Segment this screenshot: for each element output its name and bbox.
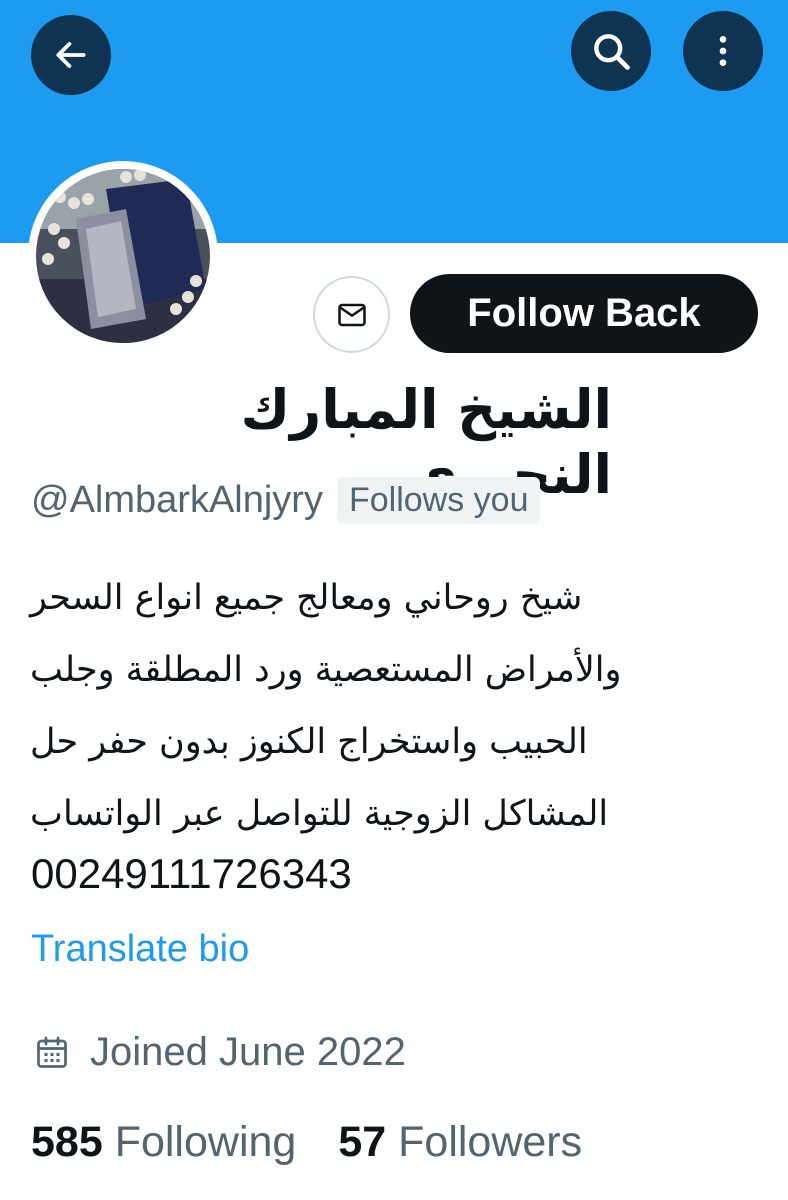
joined-date: Joined June 2022 [34,1030,406,1075]
bio-phone-number: 00249111726343 [31,850,352,897]
search-button[interactable] [571,11,651,91]
followers-label: Followers [398,1118,583,1166]
profile-bio: شيخ روحاني ومعالج جميع انواع السحر والأم… [30,562,720,850]
arrow-left-icon [56,42,86,68]
bio-line: الحبيب واستخراج الكنوز بدون حفر حل [30,722,588,762]
following-stat[interactable]: 585 Following [31,1118,296,1167]
avatar[interactable] [28,161,218,351]
follow-back-button[interactable]: Follow Back [410,274,758,353]
calendar-icon [37,1036,67,1068]
avatar-image [36,169,210,343]
more-options-button[interactable] [683,11,763,91]
joined-label: Joined June 2022 [90,1030,406,1074]
profile-handle: @AlmbarkAlnjyry [31,479,323,521]
bio-line: والأمراض المستعصية ورد المطلقة وجلب [30,650,622,690]
more-vertical-icon [719,36,727,66]
handle-row: @AlmbarkAlnjyry Follows you [31,477,541,524]
followers-count: 57 [338,1118,387,1166]
follows-you-badge: Follows you [336,477,541,524]
back-button[interactable] [31,15,111,95]
followers-stat[interactable]: 57 Followers [338,1118,582,1167]
message-button[interactable] [313,276,390,353]
translate-bio-link[interactable]: Translate bio [31,928,249,971]
following-label: Following [114,1118,297,1166]
search-icon [594,34,630,70]
bio-line: شيخ روحاني ومعالج جميع انواع السحر [30,578,583,618]
follow-stats: 585 Following 57 Followers [31,1118,624,1167]
following-count: 585 [31,1118,103,1166]
bio-line: المشاكل الزوجية للتواصل عبر الواتساب [30,794,609,834]
envelope-icon [337,303,366,326]
